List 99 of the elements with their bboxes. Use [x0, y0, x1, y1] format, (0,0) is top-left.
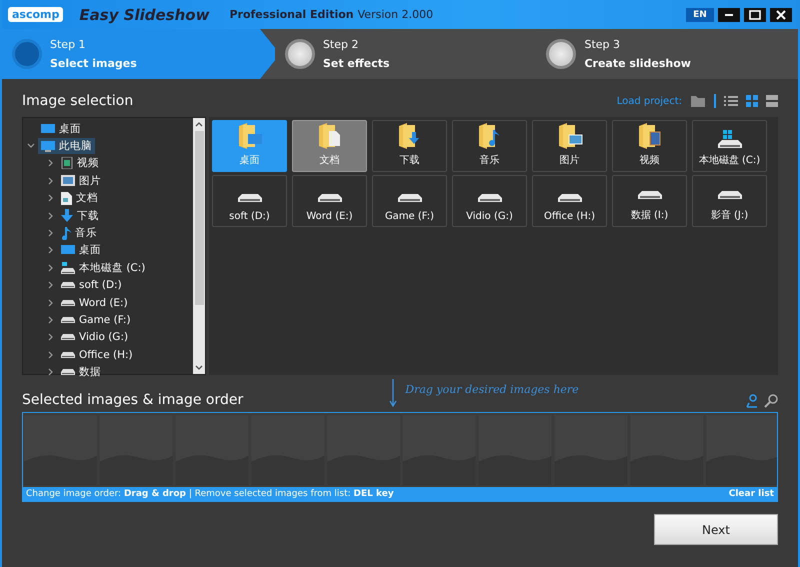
tree-item[interactable]: soft (D:) [58, 277, 125, 294]
computer-icon [41, 140, 55, 152]
folder-icon [636, 122, 662, 150]
tree-item[interactable]: 下载 [58, 208, 102, 224]
folder-tile[interactable]: soft (D:) [212, 175, 287, 227]
drive-icon [318, 194, 342, 202]
drive-icon [718, 191, 742, 199]
down-arrow-icon [389, 379, 398, 407]
chevron-icon[interactable] [47, 281, 55, 290]
tree-item[interactable]: 此电脑 [38, 138, 95, 154]
edition-label: Professional Edition [229, 8, 354, 21]
section-title: Image selection [22, 93, 134, 109]
step-tab[interactable]: Step 3 Create slideshow [536, 29, 798, 79]
chevron-icon[interactable] [47, 368, 55, 376]
tree-item[interactable]: 音乐 [58, 225, 100, 242]
drive-icon [558, 194, 582, 202]
folder-tile[interactable]: 图片 [532, 120, 607, 172]
drive-icon [716, 130, 742, 150]
folder-tile[interactable]: 影音 (J:) [692, 175, 767, 227]
monitor-icon [41, 122, 55, 135]
folder-icon [556, 122, 582, 150]
folder-tile[interactable]: 音乐 [452, 120, 527, 172]
chevron-icon[interactable] [27, 142, 35, 150]
chevron-icon[interactable] [47, 159, 55, 168]
close-icon [776, 10, 786, 20]
maximize-icon [749, 10, 761, 20]
film-icon [61, 157, 73, 170]
help-text: Change image order: Drag & drop | Remove selected images from list: DEL key [26, 489, 394, 499]
tile-view-icon[interactable] [746, 95, 758, 107]
large-view-icon[interactable] [766, 95, 778, 107]
next-button[interactable]: Next [654, 514, 778, 545]
folder-tile[interactable]: 数据 (I:) [612, 175, 687, 227]
tree-item[interactable]: 数据 [58, 364, 104, 380]
folder-tile[interactable]: 下载 [372, 120, 447, 172]
chevron-icon[interactable] [47, 298, 55, 307]
list-view-icon[interactable] [724, 95, 738, 107]
folder-tile[interactable]: 本地磁盘 (C:) [692, 120, 767, 172]
document-icon [61, 192, 72, 205]
search-icon[interactable] [764, 394, 778, 408]
drive-icon [61, 369, 75, 376]
maximize-button[interactable] [744, 8, 766, 22]
tree-item[interactable]: Word (E:) [58, 294, 131, 311]
chevron-icon[interactable] [47, 316, 55, 324]
chevron-icon[interactable] [47, 350, 55, 359]
app-title: Easy Slideshow [78, 6, 210, 24]
monitor-icon [61, 244, 75, 256]
drag-hint: Drag your desired images here [405, 382, 579, 396]
folder-tile[interactable]: 文档 [292, 120, 367, 172]
tree-item[interactable]: 桌面 [38, 120, 84, 137]
minimize-button[interactable] [718, 8, 740, 22]
chevron-icon[interactable] [47, 264, 55, 272]
drive-icon [61, 262, 75, 274]
tree-item[interactable]: Office (H:) [58, 346, 136, 363]
folder-tile[interactable]: Office (H:) [532, 175, 607, 227]
folder-tile[interactable]: Game (F:) [372, 175, 447, 227]
tree-item[interactable]: 桌面 [58, 242, 104, 258]
drive-icon [61, 334, 75, 340]
step-tab[interactable]: Step 2 Set effects [274, 29, 536, 79]
drive-icon [61, 282, 75, 288]
down-arrow-icon [61, 209, 73, 222]
scrollbar[interactable] [193, 118, 205, 374]
minimize-icon [725, 14, 733, 16]
drive-icon [398, 194, 422, 202]
scrollbar-thumb[interactable] [194, 131, 204, 305]
folder-tile[interactable]: 视频 [612, 120, 687, 172]
chevron-icon[interactable] [47, 212, 55, 220]
music-note-icon [61, 226, 71, 240]
chevron-icon[interactable] [47, 194, 55, 202]
load-project-label: Load project: [616, 96, 682, 106]
chevron-icon[interactable] [47, 333, 55, 342]
drive-icon [238, 194, 262, 202]
tree-item[interactable]: 图片 [58, 172, 104, 189]
version-label: Version 2.000 [358, 8, 434, 21]
section-title: Selected images & image order [22, 392, 244, 408]
drive-icon [478, 194, 502, 202]
chevron-icon[interactable] [47, 176, 55, 185]
tree-item[interactable]: 视频 [58, 155, 102, 172]
folder-tile[interactable]: Vidio (G:) [452, 175, 527, 227]
drive-icon [61, 316, 75, 323]
tree-item[interactable]: 文档 [58, 190, 101, 206]
scroll-up-icon[interactable] [195, 121, 203, 127]
logo: ascomp [8, 7, 64, 22]
folder-icon [236, 122, 262, 150]
chevron-icon[interactable] [47, 246, 55, 254]
folder-tile[interactable]: Word (E:) [292, 175, 367, 227]
close-button[interactable] [770, 8, 792, 22]
folder-icon [316, 122, 342, 150]
language-button[interactable]: EN [686, 8, 714, 22]
chevron-icon[interactable] [47, 229, 55, 238]
person-icon[interactable] [746, 394, 758, 408]
scroll-down-icon[interactable] [195, 365, 203, 371]
drive-icon [61, 300, 75, 306]
tree-item[interactable]: Game (F:) [58, 312, 134, 328]
drive-icon [61, 352, 75, 358]
folder-icon[interactable] [690, 94, 706, 108]
image-icon [61, 175, 75, 186]
tree-item[interactable]: Vidio (G:) [58, 329, 132, 346]
tree-item[interactable]: 本地磁盘 (C:) [58, 260, 148, 276]
drive-icon [638, 191, 662, 199]
